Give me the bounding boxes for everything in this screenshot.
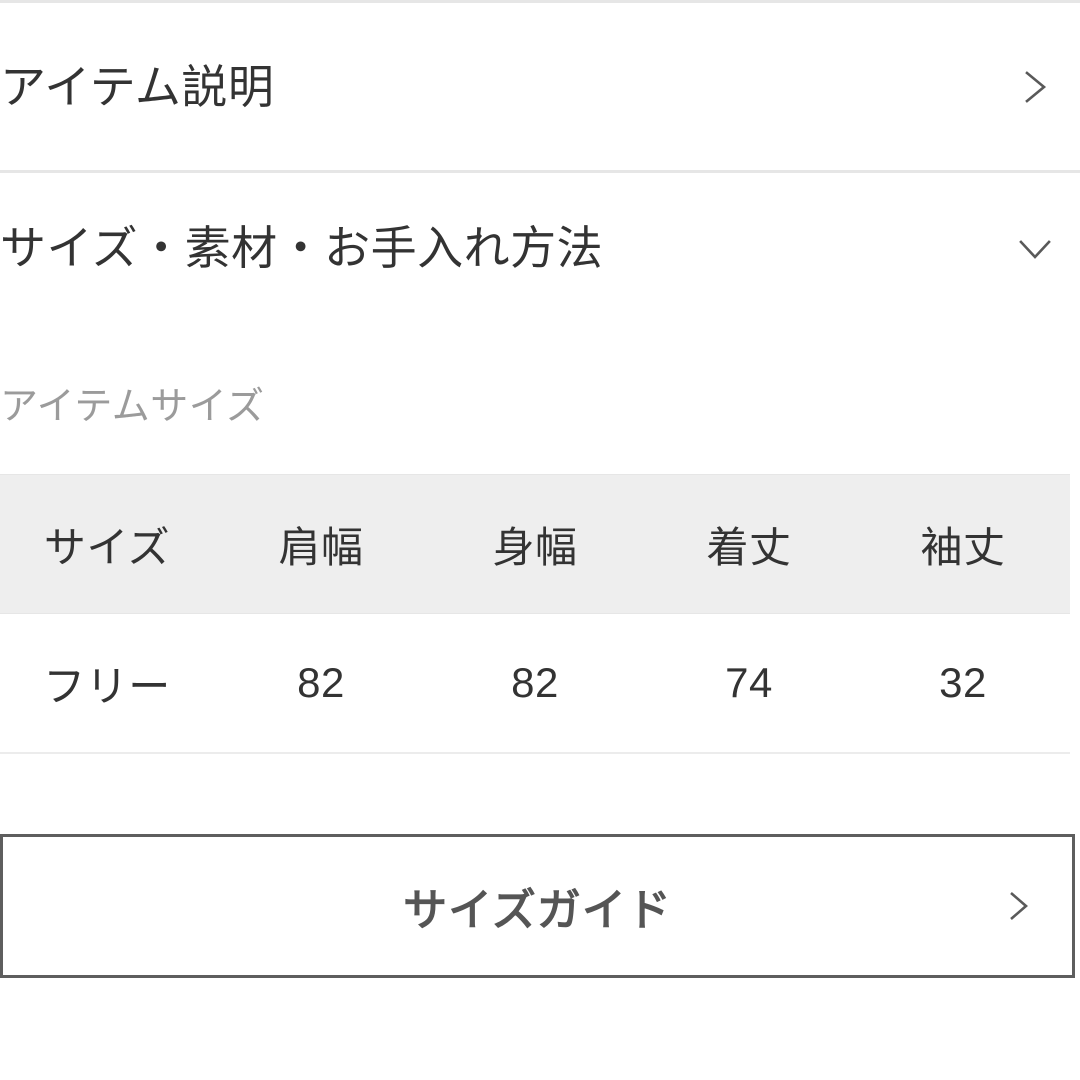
- chevron-right-icon: [998, 886, 1038, 926]
- item-size-table-body: フリー 82 82 74 32: [0, 613, 1070, 754]
- product-detail-panel: アイテム説明 サイズ・素材・お手入れ方法 アイテムサイズ サイズ 肩幅 身幅 着…: [0, 0, 1080, 1080]
- chevron-down-icon: [1012, 225, 1058, 271]
- table-cell-shoulder: 82: [214, 613, 428, 754]
- table-cell-length: 74: [642, 613, 856, 754]
- chevron-right-icon: [1012, 64, 1058, 110]
- table-header-cell: 袖丈: [856, 474, 1070, 614]
- table-cell-sleeve: 32: [856, 613, 1070, 754]
- table-header-cell: サイズ: [0, 474, 214, 614]
- table-header-row: サイズ 肩幅 身幅 着丈 袖丈: [0, 474, 1070, 614]
- size-material-care-panel: アイテムサイズ サイズ 肩幅 身幅 着丈 袖丈 フリー 82 82 74 32: [0, 322, 1080, 978]
- item-size-label: アイテムサイズ: [0, 386, 265, 428]
- item-size-table-head: サイズ 肩幅 身幅 着丈 袖丈: [0, 474, 1070, 614]
- table-row: フリー 82 82 74 32: [0, 613, 1070, 754]
- size-guide-button[interactable]: サイズガイド: [0, 834, 1075, 978]
- accordion-size-material-care-label: サイズ・素材・お手入れ方法: [0, 221, 604, 274]
- size-guide-button-label: サイズガイド: [403, 886, 672, 935]
- table-header-cell: 着丈: [642, 474, 856, 614]
- item-size-table: サイズ 肩幅 身幅 着丈 袖丈 フリー 82 82 74 32: [0, 474, 1070, 754]
- accordion-item-description[interactable]: アイテム説明: [0, 0, 1080, 170]
- size-guide-button-wrap: サイズガイド: [0, 754, 1075, 978]
- table-header-cell: 身幅: [428, 474, 642, 614]
- table-cell-chest: 82: [428, 613, 642, 754]
- table-header-cell: 肩幅: [214, 474, 428, 614]
- table-cell-size: フリー: [0, 613, 214, 754]
- accordion-size-material-care[interactable]: サイズ・素材・お手入れ方法: [0, 170, 1080, 322]
- accordion-item-description-label: アイテム説明: [0, 60, 275, 113]
